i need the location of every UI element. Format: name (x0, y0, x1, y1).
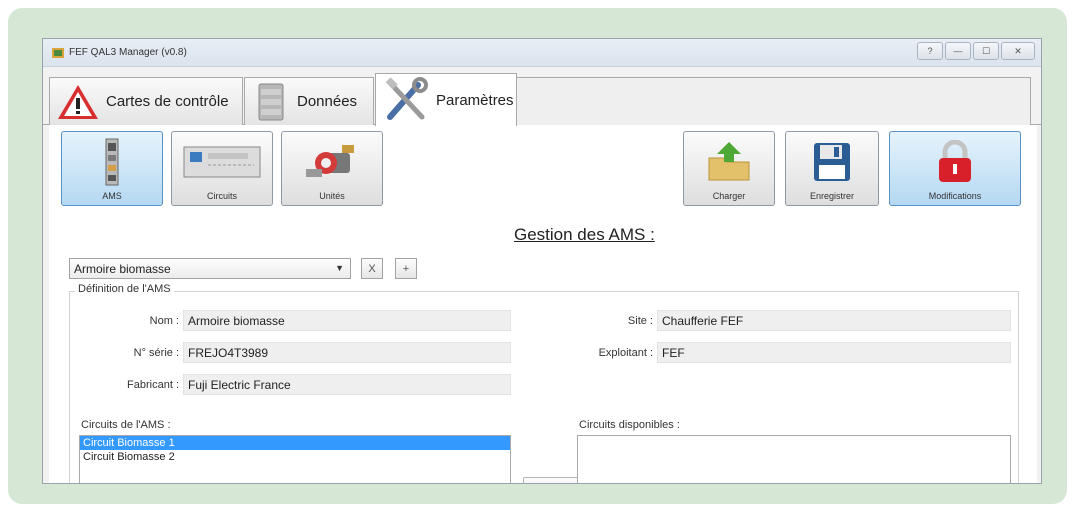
fabricant-field[interactable]: Fuji Electric France (183, 374, 511, 395)
close-button[interactable]: ✕ (1001, 42, 1035, 60)
list-item[interactable]: Circuit Biomasse 2 (80, 450, 510, 464)
parametres-panel: AMS Circuits Unités Charger Enregistrer … (49, 125, 1037, 483)
valve-icon (306, 144, 354, 177)
ams-button-label: AMS (102, 191, 122, 201)
tab-parametres[interactable]: Paramètres (375, 73, 517, 126)
ams-select[interactable]: Armoire biomasse ▼ (69, 258, 351, 279)
transfer-button[interactable] (523, 477, 579, 483)
tab-label: Données (297, 93, 358, 110)
folder-upload-icon (708, 141, 750, 180)
unites-button-label: Unités (319, 191, 345, 201)
ams-select-value: Armoire biomasse (74, 262, 171, 276)
database-icon (258, 83, 284, 120)
exploitant-field[interactable]: FEF (657, 342, 1011, 363)
tab-donnees[interactable]: Données (244, 77, 374, 125)
unites-button[interactable]: Unités (281, 131, 383, 206)
delete-ams-button[interactable]: X (361, 258, 383, 279)
tab-strip-filler (516, 77, 1031, 125)
circuits-disponibles-label: Circuits disponibles : (579, 419, 680, 431)
tab-cartes-de-controle[interactable]: Cartes de contrôle (49, 77, 243, 125)
help-button[interactable]: ? (917, 42, 943, 60)
list-item[interactable]: Circuit Biomasse 1 (80, 436, 510, 450)
serie-field[interactable]: FREJO4T3989 (183, 342, 511, 363)
lock-icon (939, 139, 971, 182)
analyzer-icon (183, 146, 261, 177)
modifications-button[interactable]: Modifications (889, 131, 1021, 206)
title-bar: FEF QAL3 Manager (v0.8) ? — ☐ ✕ (43, 39, 1041, 67)
circuits-disponibles-list[interactable] (577, 435, 1011, 483)
circuits-button[interactable]: Circuits (171, 131, 273, 206)
fabricant-label: Fabricant : (127, 379, 179, 391)
maximize-button[interactable]: ☐ (973, 42, 999, 60)
section-title: Gestion des AMS : (514, 225, 655, 244)
charger-button-label: Charger (712, 191, 746, 201)
exploitant-label: Exploitant : (598, 347, 653, 359)
circuits-button-label: Circuits (206, 191, 237, 201)
circuits-ams-list[interactable]: Circuit Biomasse 1 Circuit Biomasse 2 (79, 435, 511, 483)
enregistrer-button-label: Enregistrer (809, 191, 854, 201)
tab-label: Paramètres (436, 91, 514, 109)
circuits-ams-label: Circuits de l'AMS : (81, 419, 171, 431)
site-label: Site : (627, 315, 653, 327)
enregistrer-button[interactable]: Enregistrer (785, 131, 879, 206)
serie-label: N° série : (133, 347, 179, 359)
charger-button[interactable]: Charger (683, 131, 775, 206)
tools-icon (385, 77, 428, 120)
nom-label: Nom : (149, 315, 179, 327)
app-window: FEF QAL3 Manager (v0.8) ? — ☐ ✕ Cartes d… (42, 38, 1042, 484)
ams-definition-legend: Définition de l'AMS (75, 283, 174, 295)
add-ams-button[interactable]: + (395, 258, 417, 279)
modifications-button-label: Modifications (928, 191, 982, 201)
tab-strip: Cartes de contrôle Données Paramètres (43, 73, 1041, 126)
ams-button[interactable]: AMS (61, 131, 163, 206)
floppy-disk-icon (814, 142, 850, 181)
chevron-down-icon: ▼ (335, 263, 344, 273)
site-field[interactable]: Chaufferie FEF (657, 310, 1011, 331)
tab-label: Cartes de contrôle (106, 93, 229, 110)
minimize-button[interactable]: — (945, 42, 971, 60)
warning-icon (58, 84, 98, 119)
nom-field[interactable]: Armoire biomasse (183, 310, 511, 331)
app-icon (52, 48, 64, 58)
ams-cabinet-icon (105, 138, 119, 185)
window-title: FEF QAL3 Manager (v0.8) (69, 47, 187, 58)
